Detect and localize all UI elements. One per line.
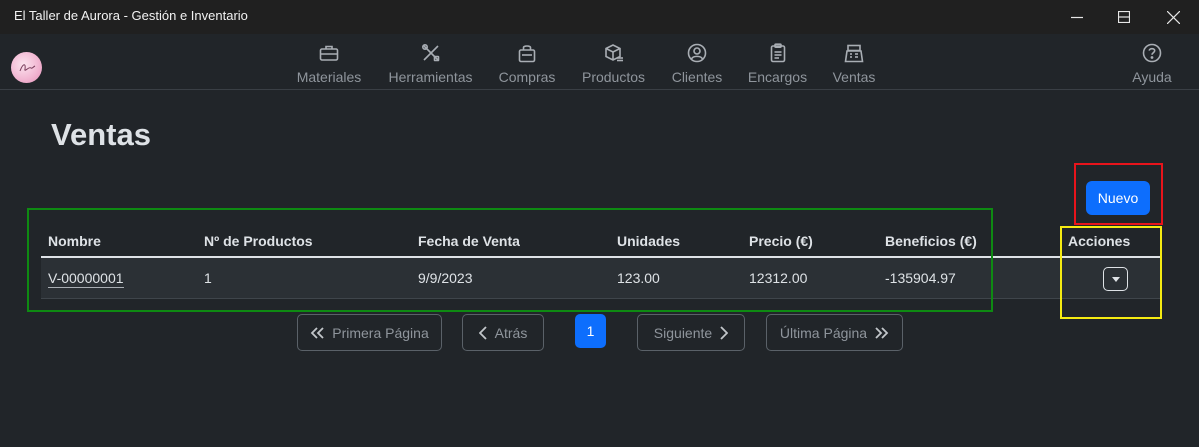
first-page-button[interactable]: Primera Página [297, 314, 442, 351]
nav-label-productos: Productos [581, 69, 646, 85]
current-page-button[interactable]: 1 [575, 314, 606, 348]
nav-item-compras[interactable]: Compras [499, 42, 555, 88]
window-title: El Taller de Aurora - Gestión e Inventar… [14, 8, 248, 23]
maximize-icon [1118, 11, 1130, 23]
window-titlebar: El Taller de Aurora - Gestión e Inventar… [0, 0, 1199, 34]
first-page-label: Primera Página [332, 324, 429, 341]
tools-icon [421, 43, 439, 62]
highlight-box-new-button [1074, 163, 1163, 225]
shopping-bag-icon [518, 44, 536, 62]
nav-item-materiales[interactable]: Materiales [297, 42, 361, 88]
cash-register-icon [844, 44, 864, 62]
highlight-box-table [27, 208, 993, 312]
last-page-label: Última Página [779, 324, 868, 341]
nav-label-compras: Compras [498, 69, 556, 85]
maximize-button[interactable] [1101, 0, 1147, 34]
previous-page-label: Atrás [494, 324, 528, 341]
chevron-right-icon [720, 325, 729, 340]
nav-item-herramientas[interactable]: Herramientas [388, 42, 473, 88]
nav-item-ayuda[interactable]: Ayuda [1131, 42, 1173, 88]
page-title: Ventas [51, 117, 151, 152]
nav-label-clientes: Clientes [671, 69, 723, 85]
close-icon [1166, 10, 1180, 24]
logo-signature-icon [19, 63, 35, 71]
nav-item-productos[interactable]: Productos [582, 42, 645, 88]
previous-page-button[interactable]: Atrás [462, 314, 544, 351]
nav-label-ayuda: Ayuda [1132, 69, 1172, 85]
nav-label-ventas: Ventas [832, 69, 876, 85]
user-circle-icon [687, 43, 707, 63]
question-circle-icon [1142, 43, 1162, 63]
briefcase-icon [319, 45, 339, 61]
next-page-button[interactable]: Siguiente [637, 314, 745, 351]
nav-label-materiales: Materiales [296, 69, 362, 85]
nav-item-ventas[interactable]: Ventas [833, 42, 875, 88]
app-logo[interactable] [11, 52, 42, 83]
navbar: Materiales Herramientas Compras Producto… [0, 34, 1199, 90]
clipboard-icon [770, 43, 785, 63]
double-chevron-left-icon [310, 326, 324, 339]
nav-item-clientes[interactable]: Clientes [672, 42, 722, 88]
minimize-icon [1071, 16, 1083, 19]
close-button[interactable] [1150, 0, 1196, 34]
double-chevron-right-icon [875, 326, 889, 339]
highlight-box-actions [1060, 226, 1162, 319]
nav-label-encargos: Encargos [747, 69, 808, 85]
box-icon [604, 44, 623, 62]
minimize-button[interactable] [1054, 0, 1100, 34]
last-page-button[interactable]: Última Página [766, 314, 903, 351]
nav-item-encargos[interactable]: Encargos [747, 42, 808, 88]
chevron-left-icon [478, 325, 487, 340]
nav-label-herramientas: Herramientas [388, 69, 473, 85]
next-page-label: Siguiente [653, 324, 713, 341]
